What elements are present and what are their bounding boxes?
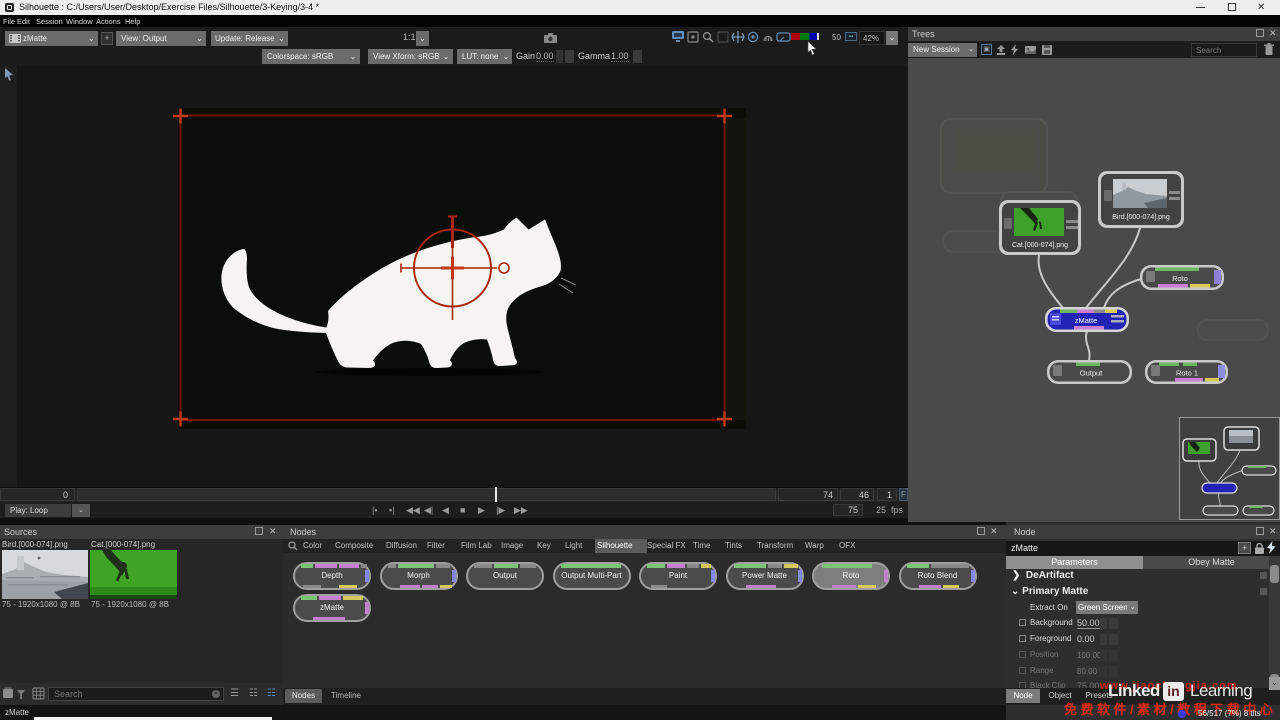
svg-text:Roto 1: Roto 1 xyxy=(1176,369,1198,378)
svg-text:Bird.[000-074].png: Bird.[000-074].png xyxy=(1112,214,1170,221)
svg-text:Output: Output xyxy=(1080,369,1103,378)
svg-text:Cat.[000-074].png: Cat.[000-074].png xyxy=(1012,242,1068,249)
svg-text:Roto: Roto xyxy=(1172,274,1188,283)
svg-text:zMatte: zMatte xyxy=(1075,316,1098,325)
